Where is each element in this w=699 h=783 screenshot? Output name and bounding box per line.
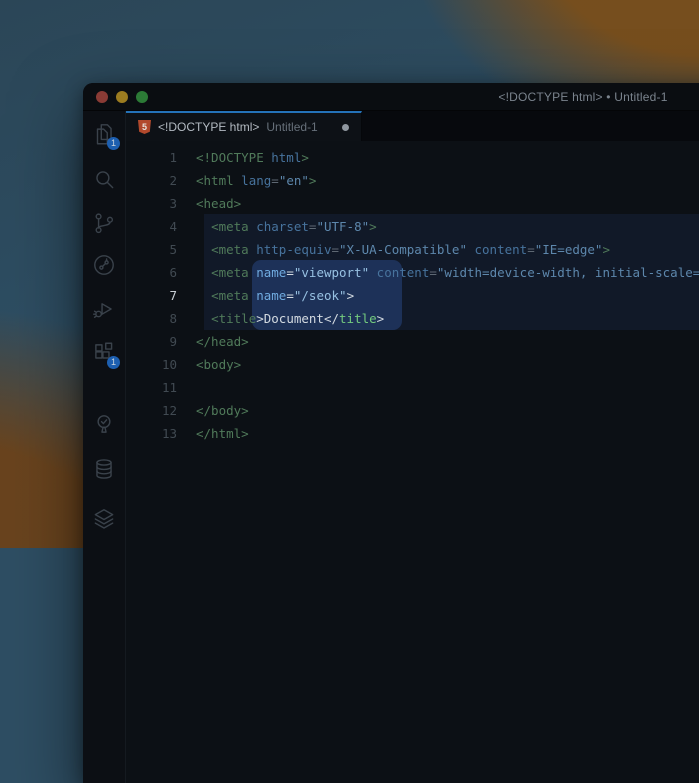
line-number: 11	[126, 376, 177, 399]
line-number: 1	[126, 146, 177, 169]
activity-badge: 1	[107, 356, 120, 369]
line-number: 3	[126, 192, 177, 215]
tab-title: <!DOCTYPE html>	[158, 120, 259, 134]
line-number: 10	[126, 353, 177, 376]
sidebar-item-todo-tree[interactable]	[83, 407, 125, 441]
window-main: 11 5 <!DOCTYPE html> Untitled-1 12345678…	[83, 111, 699, 783]
code-line[interactable]: <html lang="en">	[196, 169, 699, 192]
line-number: 9	[126, 330, 177, 353]
sidebar-item-layers[interactable]	[83, 502, 125, 536]
sidebar-item-run-and-debug[interactable]	[83, 292, 125, 326]
titlebar[interactable]: <!DOCTYPE html> • Untitled-1	[83, 83, 699, 111]
code-line[interactable]: </head>	[196, 330, 699, 353]
tab-subtitle: Untitled-1	[266, 120, 317, 134]
code-line[interactable]: <meta http-equiv="X-UA-Compatible" conte…	[196, 238, 699, 261]
code-line[interactable]	[196, 376, 699, 399]
gitlens-icon	[91, 252, 117, 278]
code-line[interactable]: <meta name="viewport" content="width=dev…	[196, 261, 699, 284]
line-number: 4	[126, 215, 177, 238]
code-line[interactable]: <body>	[196, 353, 699, 376]
window-title: <!DOCTYPE html> • Untitled-1	[83, 90, 699, 104]
line-number: 2	[126, 169, 177, 192]
tab-bar[interactable]: 5 <!DOCTYPE html> Untitled-1	[126, 111, 699, 141]
code-line[interactable]: <meta charset="UTF-8">	[196, 215, 699, 238]
sidebar-item-source-control[interactable]	[83, 206, 125, 240]
line-number: 6	[126, 261, 177, 284]
tab-untitled-1[interactable]: 5 <!DOCTYPE html> Untitled-1	[126, 111, 362, 141]
editor-area: 5 <!DOCTYPE html> Untitled-1 12345678910…	[126, 111, 699, 783]
run-and-debug-icon	[91, 296, 117, 322]
html5-icon: 5	[138, 120, 151, 134]
layers-icon	[91, 506, 117, 532]
activity-badge: 1	[107, 137, 120, 150]
activity-bar: 11	[83, 111, 126, 783]
code-line[interactable]: <head>	[196, 192, 699, 215]
sidebar-item-gitlens[interactable]	[83, 248, 125, 282]
line-number: 5	[126, 238, 177, 261]
todo-tree-icon	[91, 411, 117, 437]
line-number: 8	[126, 307, 177, 330]
code-line[interactable]: <meta name="/seok">	[196, 284, 699, 307]
code-line[interactable]: </body>	[196, 399, 699, 422]
search-icon	[91, 166, 117, 192]
sidebar-item-explorer[interactable]: 1	[83, 117, 125, 151]
code-line[interactable]: <!DOCTYPE html>	[196, 146, 699, 169]
line-number: 12	[126, 399, 177, 422]
code-editor[interactable]: 12345678910111213 <!DOCTYPE html><html l…	[126, 141, 699, 783]
code-line[interactable]: </html>	[196, 422, 699, 445]
sidebar-item-search[interactable]	[83, 162, 125, 196]
database-icon	[91, 456, 117, 482]
code-line[interactable]: <title>Document</title>	[196, 307, 699, 330]
line-number: 13	[126, 422, 177, 445]
sidebar-item-extensions[interactable]: 1	[83, 336, 125, 370]
sidebar-item-database[interactable]	[83, 452, 125, 486]
source-control-icon	[91, 210, 117, 236]
modified-dot-icon[interactable]	[342, 124, 349, 131]
line-number: 7	[126, 284, 177, 307]
vscode-window: <!DOCTYPE html> • Untitled-1 11 5 <!DOCT…	[83, 83, 699, 783]
